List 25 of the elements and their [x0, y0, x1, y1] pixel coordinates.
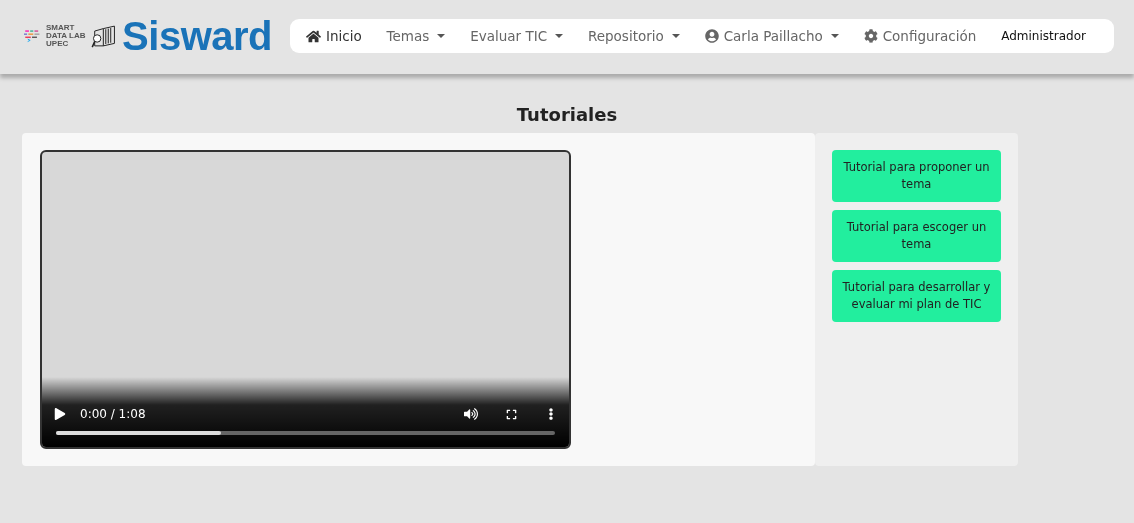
caret-icon: [437, 34, 446, 38]
nav-dropdown[interactable]: Temas: [386, 28, 446, 44]
play-icon[interactable]: [54, 408, 66, 420]
brand-name: Sisward: [122, 13, 272, 59]
video-time: 0:00 / 1:08: [80, 407, 147, 421]
nav-dropdown[interactable]: Carla Paillacho: [704, 28, 839, 44]
home-icon: [306, 28, 321, 44]
caret-icon: [830, 34, 839, 38]
lab-name: SMART DATA LAB UPEC: [46, 24, 86, 48]
fullscreen-icon[interactable]: [506, 408, 517, 420]
caret-icon: [671, 34, 680, 38]
user-icon: [704, 29, 719, 43]
nav-link[interactable]: Inicio: [306, 28, 362, 44]
nav-dropdown[interactable]: Evaluar TIC: [470, 28, 564, 44]
tutorial-button[interactable]: Tutorial para escoger un tema: [832, 210, 1001, 262]
nav-link[interactable]: Administrador: [1001, 29, 1086, 43]
tutorial-button[interactable]: Tutorial para desarrollar y evaluar mi plan de TIC: [832, 270, 1001, 322]
settings-icon: [863, 29, 878, 43]
caret-icon: [555, 34, 564, 38]
nav-dropdown[interactable]: Repositorio: [587, 28, 680, 44]
page-title: Tutoriales: [515, 104, 619, 125]
video-progress-track[interactable]: [56, 431, 555, 435]
volume-icon[interactable]: [464, 407, 478, 421]
tutorial-button[interactable]: Tutorial para proponer un tema: [832, 150, 1001, 202]
nav-link[interactable]: Configuración: [863, 28, 977, 44]
